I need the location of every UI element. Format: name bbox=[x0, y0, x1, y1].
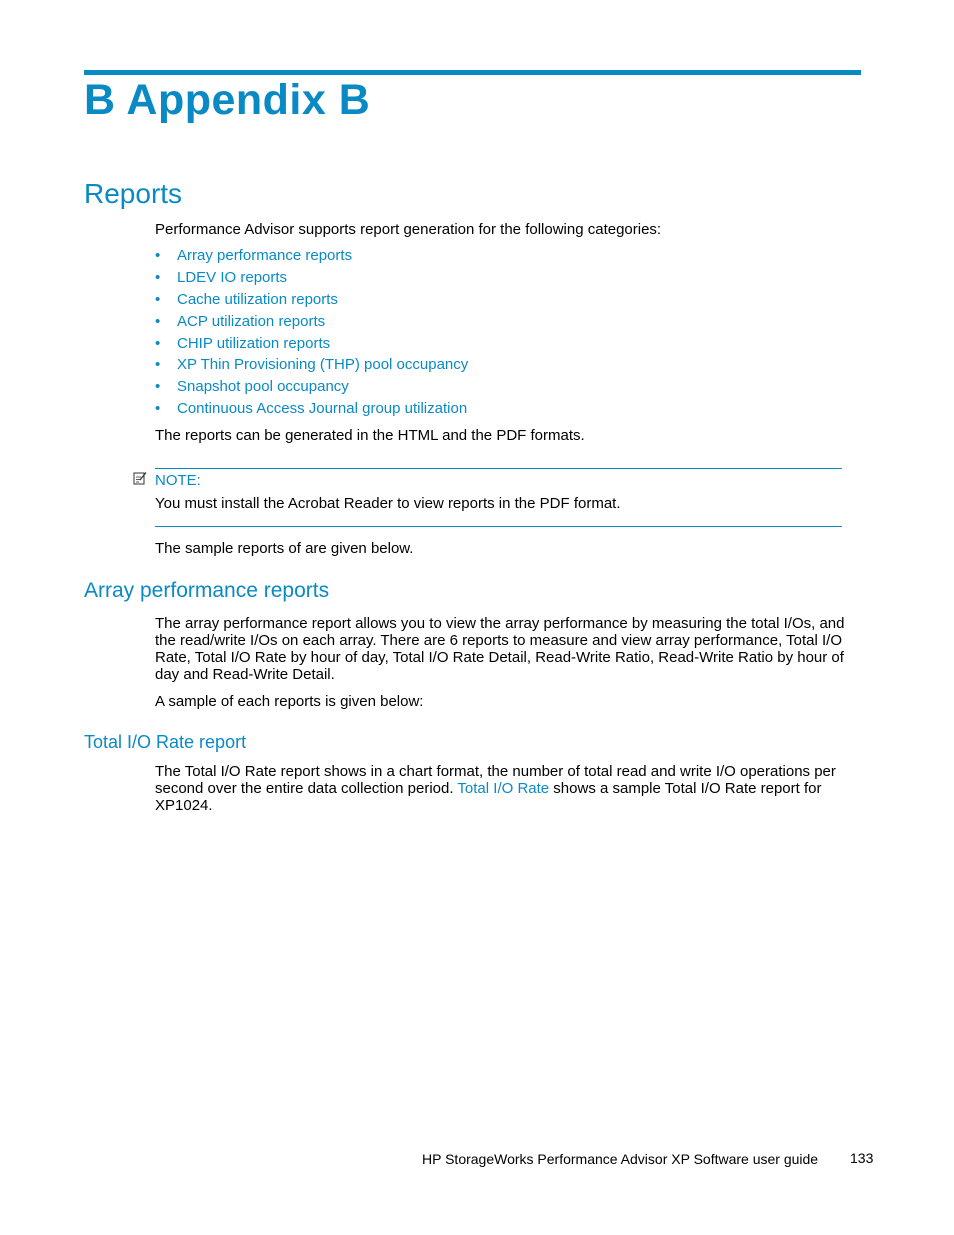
reports-heading: Reports bbox=[84, 178, 183, 209]
chapter-title: B Appendix B bbox=[84, 76, 371, 124]
array-performance-paragraph: The array performance report allows you … bbox=[155, 615, 845, 683]
link-cache-utilization-reports[interactable]: Cache utilization reports bbox=[177, 291, 338, 308]
bullet-icon: • bbox=[155, 378, 161, 396]
page-number: 133 bbox=[850, 1150, 874, 1166]
link-total-io-rate[interactable]: Total I/O Rate bbox=[457, 780, 549, 797]
formats-text: The reports can be generated in the HTML… bbox=[155, 427, 585, 444]
bullet-icon: • bbox=[155, 400, 161, 418]
list-item: • Cache utilization reports bbox=[155, 289, 468, 311]
link-acp-utilization-reports[interactable]: ACP utilization reports bbox=[177, 313, 325, 330]
list-item: • CHIP utilization reports bbox=[155, 333, 468, 355]
list-item: • Snapshot pool occupancy bbox=[155, 376, 468, 398]
bullet-icon: • bbox=[155, 247, 161, 264]
note-label: NOTE: bbox=[155, 472, 201, 489]
note-text: You must install the Acrobat Reader to v… bbox=[155, 495, 621, 512]
list-item: • Array performance reports bbox=[155, 245, 468, 267]
link-ca-journal-group-utilization[interactable]: Continuous Access Journal group utilizat… bbox=[177, 400, 467, 417]
list-item: • XP Thin Provisioning (THP) pool occupan… bbox=[155, 354, 468, 376]
note-top-rule bbox=[155, 468, 842, 469]
note-pencil-icon bbox=[133, 472, 147, 485]
list-item: • LDEV IO reports bbox=[155, 267, 468, 289]
bullet-icon: • bbox=[155, 356, 161, 374]
reports-intro: Performance Advisor supports report gene… bbox=[155, 221, 662, 238]
link-snapshot-pool-occupancy[interactable]: Snapshot pool occupancy bbox=[177, 378, 349, 395]
report-category-list: • Array performance reports • LDEV IO repo… bbox=[155, 245, 468, 420]
total-io-rate-heading: Total I/O Rate report bbox=[84, 732, 247, 752]
array-performance-sample-text: A sample of each reports is given below: bbox=[155, 693, 424, 710]
bullet-icon: • bbox=[155, 268, 161, 286]
link-array-performance-reports[interactable]: Array performance reports bbox=[177, 247, 352, 264]
bullet-icon: • bbox=[155, 290, 161, 308]
list-item: • ACP utilization reports bbox=[155, 311, 468, 333]
link-thp-pool-occupancy[interactable]: XP Thin Provisioning (THP) pool occupanc… bbox=[177, 356, 468, 373]
array-performance-heading: Array performance reports bbox=[84, 579, 330, 602]
link-chip-utilization-reports[interactable]: CHIP utilization reports bbox=[177, 335, 330, 352]
bullet-icon: • bbox=[155, 312, 161, 330]
total-io-rate-paragraph: The Total I/O Rate report shows in a cha… bbox=[155, 763, 855, 814]
footer-guide-title: HP StorageWorks Performance Advisor XP S… bbox=[422, 1151, 819, 1167]
chapter-top-rule bbox=[84, 70, 861, 75]
note-bottom-rule bbox=[155, 526, 842, 527]
bullet-icon: • bbox=[155, 334, 161, 352]
list-item: • Continuous Access Journal group utiliza… bbox=[155, 398, 468, 420]
samples-text: The sample reports of are given below. bbox=[155, 540, 414, 557]
link-ldev-io-reports[interactable]: LDEV IO reports bbox=[177, 269, 287, 286]
